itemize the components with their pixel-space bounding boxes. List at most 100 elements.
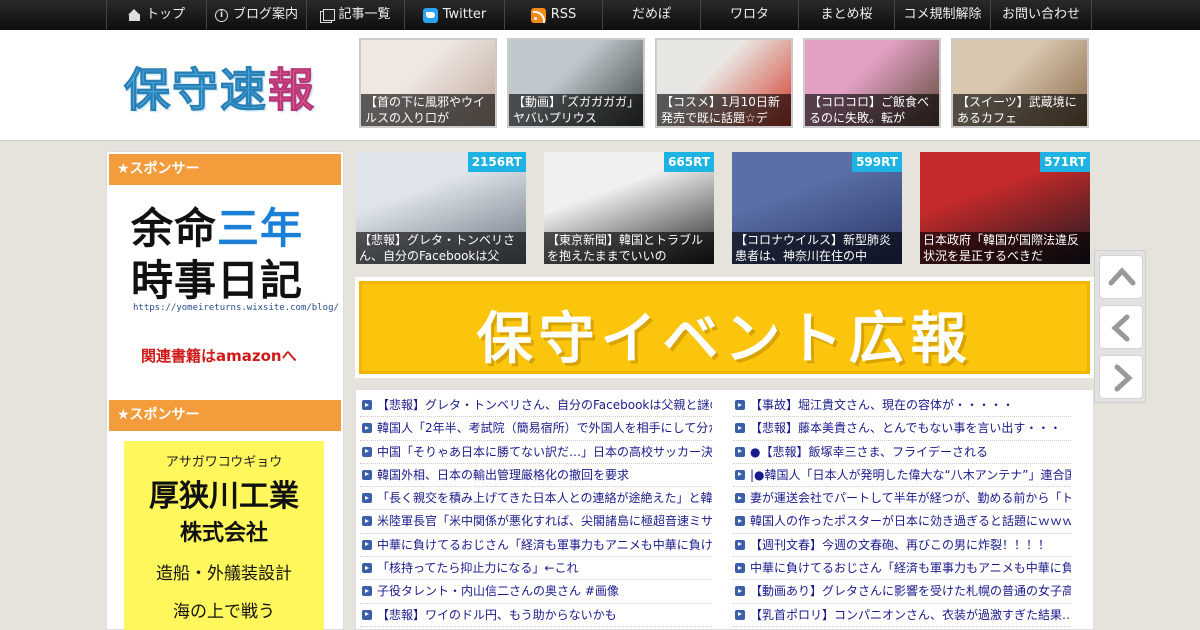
top-nav: トップ i ブログ案内 記事一覧 Twitter RSS だめぽ ワロタ まとめ… [0,0,1200,30]
featured-thumb[interactable]: 【首の下に風邪やウイルスの入り口が [359,38,497,128]
arrow-right-icon [1114,364,1133,392]
nav-item-twitter[interactable]: Twitter [404,0,504,30]
ad-title-line1-a: 余命 [131,204,218,253]
article-list-left: 【悲報】グレタ・トンベリさん、自分のFacebookは父親と謎の 韓国人「2年半、… [360,394,712,630]
prev-button[interactable] [1099,305,1143,349]
home-icon [127,8,141,22]
ranking-card[interactable]: 599RT 【コロナウイルス】新型肺炎患者は、神奈川在住の中 [732,152,902,264]
article-link[interactable]: 【悲報】藤本美貴さん、とんでもない事を言い出す・・・ [733,417,1071,441]
nav-label: Twitter [442,7,487,22]
thumb-caption: 【動画】「ズガガガガ」ヤバいプリウス [509,94,643,126]
article-link[interactable]: 韓国人「2年半、考試院（簡易宿所）で外国人を相手にして分か [360,417,712,441]
sponsor-ad-asagawa[interactable]: アサガワコウギョウ 厚狭川工業 株式会社 造船・外艤装設計 海の上で戦う [107,433,343,630]
article-link[interactable]: 【事故】堀江貴文さん、現在の容体が・・・・・ [733,394,1071,418]
article-link[interactable]: 米陸軍長官「米中関係が悪化すれば、尖閣諸島に極超音速ミサ [360,510,712,534]
nav-item-blog-guide[interactable]: i ブログ案内 [206,0,306,30]
sponsor-heading: ★スポンサー [109,154,341,185]
article-link[interactable]: 【悲報】グレタ・トンベリさん、自分のFacebookは父親と謎の [360,394,712,418]
ranking-caption: 【コロナウイルス】新型肺炎患者は、神奈川在住の中 [732,232,902,264]
scroll-up-button[interactable] [1099,255,1143,299]
ranking-card[interactable]: 665RT 【東京新聞】韓国とトラブルを抱えたままでいいの [544,152,714,264]
nav-item-rss[interactable]: RSS [504,0,602,30]
article-link[interactable]: 【悲報】ワイのドル円、もう助からないかも [360,604,712,627]
list-icon [320,8,336,23]
sponsor-ad-yomei[interactable]: 余命三年 時事日記 https://yomeireturns.wixsite.c… [107,187,343,382]
event-banner[interactable]: 保守イベント広報 [359,281,1090,374]
thumb-caption: 【コスメ】1月10日新発売で既に話題☆デ [657,94,791,126]
nav-item-contact[interactable]: お問い合わせ [990,0,1092,30]
nav-label: RSS [550,7,577,22]
ranking-card[interactable]: 571RT 日本政府「韓国が国際法違反状況を是正するべきだ [920,152,1090,264]
article-lists: 【悲報】グレタ・トンベリさん、自分のFacebookは父親と謎の 韓国人「2年半、… [355,389,1094,630]
site-logo[interactable]: 保守速報 [124,54,316,120]
scroll-arrows [1094,250,1146,403]
article-link[interactable]: ●【悲報】飯塚幸三さま、フライデーされる [733,441,1071,464]
thumb-caption: 【首の下に風邪やウイルスの入り口が [361,94,495,126]
nav-label: まとめ桜 [820,7,873,22]
nav-label: ブログ案内 [232,7,298,22]
event-banner-wrap: 保守イベント広報 [355,277,1094,378]
next-button[interactable] [1099,355,1143,399]
ad-company-type: 株式会社 [179,521,268,546]
ranking-caption: 【悲報】グレタ・トンベリさん、自分のFacebookは父 [356,232,526,264]
ad-service: 造船・外艤装設計 [156,564,292,584]
info-icon: i [214,8,228,22]
nav-item-warota[interactable]: ワロタ [700,0,798,30]
ad-company-kana: アサガワコウギョウ [165,455,283,470]
nav-item-article-list[interactable]: 記事一覧 [306,0,404,30]
sponsor-heading-2: ★スポンサー [109,400,341,431]
ranking-caption: 日本政府「韓国が国際法違反状況を是正するべきだ [920,232,1090,264]
article-link[interactable]: 韓国人の作ったポスターが日本に効き過ぎると話題にｗｗｗｗ [733,510,1071,534]
featured-thumb[interactable]: 【スイーツ】武蔵境にあるカフェ [951,38,1089,128]
arrow-left-icon [1111,314,1130,342]
arrow-up-icon [1108,267,1136,286]
ranking-cards: 2156RT 【悲報】グレタ・トンベリさん、自分のFacebookは父 665R… [356,152,1090,264]
ad-box: アサガワコウギョウ 厚狭川工業 株式会社 造船・外艤装設計 海の上で戦う [124,441,324,630]
ad-books-link[interactable]: 関連書籍はamazonへ [141,345,297,366]
event-banner-text: 保守イベント広報 [476,307,973,372]
logo-text-accent: 報 [268,63,316,118]
ad-tagline: 海の上で戦う [173,602,275,622]
nav-label: トップ [145,7,185,22]
ad-company-name: 厚狭川工業 [149,479,299,514]
header-featured-thumbs: 【首の下に風邪やウイルスの入り口が 【動画】「ズガガガガ」ヤバいプリウス 【コス… [359,38,1089,128]
nav-item-comment-unblock[interactable]: コメ規制解除 [894,0,990,30]
article-link[interactable]: 子役タレント・内山信二さんの奥さん #画像 [360,580,712,604]
top-nav-items: トップ i ブログ案内 記事一覧 Twitter RSS だめぽ ワロタ まとめ… [106,0,1094,30]
rss-icon [530,7,546,23]
featured-thumb[interactable]: 【コスメ】1月10日新発売で既に話題☆デ [655,38,793,128]
nav-item-matome-sakura[interactable]: まとめ桜 [798,0,894,30]
article-link[interactable]: 中華に負けてるおじさん「経済も軍事力もアニメも中華に負け [360,534,712,558]
featured-thumb[interactable]: 【動画】「ズガガガガ」ヤバいプリウス [507,38,645,128]
ad-title-line1-b: 三年 [217,204,304,253]
site-header: 保守速報 【首の下に風邪やウイルスの入り口が 【動画】「ズガガガガ」ヤバいプリウ… [0,30,1200,141]
ranking-card[interactable]: 2156RT 【悲報】グレタ・トンベリさん、自分のFacebookは父 [356,152,526,264]
article-link[interactable]: 中華に負けてるおじさん「経済も軍事力もアニメも中華に負け [733,557,1071,581]
ranking-caption: 【東京新聞】韓国とトラブルを抱えたままでいいの [544,232,714,264]
article-link[interactable]: 韓国外相、日本の輸出管理厳格化の撤回を要求 [360,464,712,488]
ad-url: https://yomeireturns.wixsite.com/blog/ [133,303,339,313]
nav-item-top[interactable]: トップ [106,0,206,30]
rt-count-badge: 599RT [852,152,902,172]
thumb-caption: 【スイーツ】武蔵境にあるカフェ [953,94,1087,126]
article-link[interactable]: 中国「そりゃあ日本に勝てない訳だ…」日本の高校サッカー決 [360,441,712,464]
article-link[interactable]: |●韓国人「日本人が発明した偉大な“八木アンテナ”」連合国軍 [733,464,1071,488]
article-link[interactable]: 「長く親交を積み上げてきた日本人との連絡が途絶えた」と韓 [360,487,712,511]
nav-label: コメ規制解除 [903,7,982,22]
rt-count-badge: 571RT [1040,152,1090,172]
article-link[interactable]: 「核持ってたら抑止力になる」←これ [360,557,712,581]
nav-item-damepo[interactable]: だめぽ [602,0,700,30]
article-list-right: 【事故】堀江貴文さん、現在の容体が・・・・・ 【悲報】藤本美貴さん、とんでもない事… [733,394,1071,630]
ad-title-line2: 時事日記 [131,256,304,305]
article-link[interactable]: 【乳首ポロリ】コンパニオンさん、衣装が過激すぎた結果…そ [733,604,1071,627]
rt-count-badge: 2156RT [467,152,526,172]
nav-label: 記事一覧 [338,7,391,22]
article-link[interactable]: 妻が運送会社でパートして半年が経つが、勤める前から「トラ [733,487,1071,511]
featured-thumb[interactable]: 【コロコロ】ご飯食べるのに失敗。転が [803,38,941,128]
article-link[interactable]: 【週刊文春】今週の文春砲、再びこの男に炸裂！！！！ [733,534,1071,558]
sidebar: ★スポンサー 余命三年 時事日記 https://yomeireturns.wi… [106,151,344,630]
rt-count-badge: 665RT [664,152,714,172]
thumb-caption: 【コロコロ】ご飯食べるのに失敗。転が [805,94,939,126]
article-link[interactable]: 【動画あり】グレタさんに影響を受けた札幌の普通の女子高生 [733,580,1071,604]
nav-label: お問い合わせ [1001,7,1080,22]
